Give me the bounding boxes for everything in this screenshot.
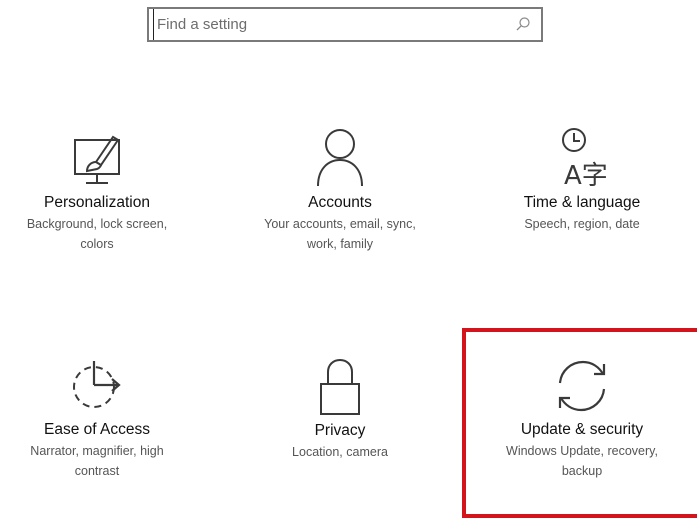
tile-ease-of-access-description-line2: contrast [74, 464, 120, 478]
personalization-icon [74, 135, 120, 184]
tile-privacy-description: Location, camera [235, 442, 445, 462]
update-security-icon [558, 360, 606, 412]
tile-privacy-description-line1: Location, camera [292, 445, 388, 459]
tile-time-language[interactable]: A字 Time & language Speech, region, date [477, 124, 687, 234]
tile-privacy[interactable]: Privacy Location, camera [235, 356, 445, 462]
tile-accounts-description: Your accounts, email, sync, work, family [235, 214, 445, 254]
tile-ease-of-access-title: Ease of Access [44, 421, 150, 438]
search-box[interactable] [147, 7, 543, 42]
tile-accounts-description-line1: Your accounts, email, sync, [264, 217, 416, 231]
tile-ease-of-access-description: Narrator, magnifier, high contrast [0, 441, 202, 481]
tile-accounts[interactable]: Accounts Your accounts, email, sync, wor… [235, 124, 445, 254]
time-language-glyph: A字 [564, 161, 608, 190]
tile-privacy-title: Privacy [314, 422, 366, 439]
tile-personalization-description-line2: colors [80, 237, 114, 251]
tile-update-security-description-line2: backup [561, 464, 603, 478]
accounts-icon [317, 129, 363, 187]
search-input[interactable] [153, 9, 517, 40]
ease-of-access-icon [73, 361, 121, 408]
tile-update-security[interactable]: Update & security Windows Update, recove… [477, 355, 687, 481]
tile-personalization-title: Personalization [44, 194, 150, 211]
tile-time-language-description: Speech, region, date [477, 214, 687, 234]
tile-time-language-description-line1: Speech, region, date [524, 217, 640, 231]
search-icon[interactable] [515, 16, 531, 32]
privacy-icon [320, 358, 360, 415]
tile-personalization[interactable]: Personalization Background, lock screen,… [0, 128, 202, 254]
tile-personalization-description-line1: Background, lock screen, [26, 217, 168, 231]
tile-time-language-title: Time & language [523, 194, 641, 211]
tile-ease-of-access[interactable]: Ease of Access Narrator, magnifier, high… [0, 357, 202, 481]
tile-update-security-description-line1: Windows Update, recovery, [506, 444, 658, 458]
tile-ease-of-access-description-line1: Narrator, magnifier, high [30, 444, 164, 458]
tile-update-security-title: Update & security [520, 421, 644, 438]
time-language-icon: A字 [562, 128, 608, 190]
tile-accounts-description-line2: work, family [307, 237, 373, 251]
tile-update-security-description: Windows Update, recovery, backup [477, 441, 687, 481]
tile-personalization-description: Background, lock screen, colors [0, 214, 202, 254]
tile-accounts-title: Accounts [308, 194, 372, 211]
